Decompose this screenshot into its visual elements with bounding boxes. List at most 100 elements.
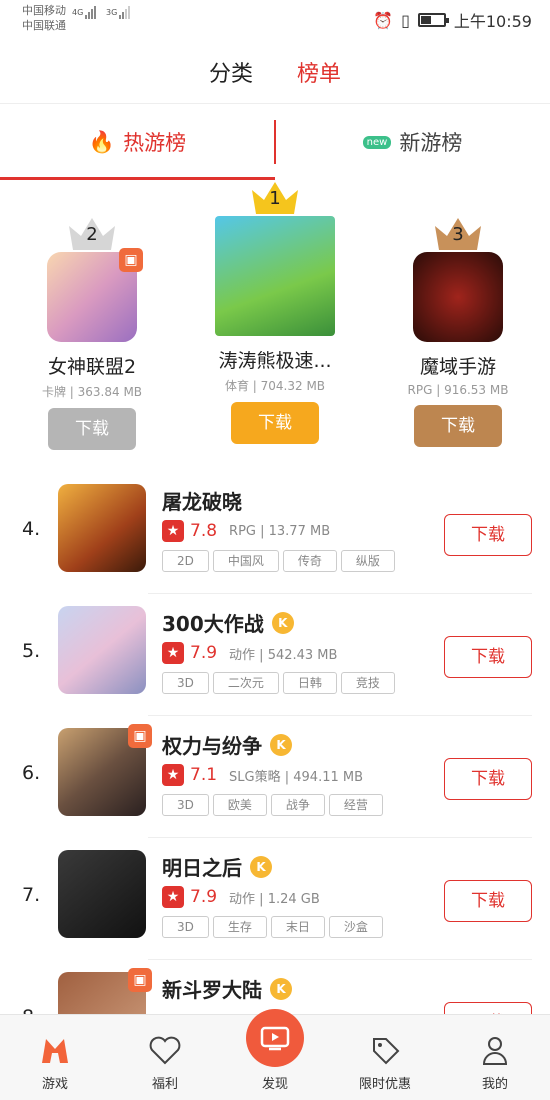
nav-deals[interactable]: 限时优惠: [330, 1015, 440, 1100]
tab-new-label: 新游榜: [399, 131, 463, 155]
download-button[interactable]: 下载: [231, 402, 319, 444]
tag[interactable]: 2D: [162, 550, 209, 572]
tag-list: 2D 中国风 传奇 纵版: [162, 550, 395, 572]
tag[interactable]: 生存: [212, 916, 267, 938]
game-meta: 体育 | 704.32 MB: [224, 379, 326, 393]
download-button[interactable]: 下载: [444, 514, 532, 556]
tag[interactable]: 二次元: [212, 672, 279, 694]
game-icon[interactable]: ▣: [58, 724, 152, 816]
game-title-row: 权力与纷争 K: [162, 730, 292, 759]
clock: 上午10:59: [453, 12, 532, 31]
game-title-row: 新斗罗大陆 K: [162, 974, 292, 1003]
nav-welfare-label: 福利: [151, 1077, 178, 1092]
user-icon: [482, 1037, 508, 1065]
tag[interactable]: 3D: [162, 794, 209, 816]
k-coin-icon: K: [250, 855, 272, 878]
nav-welfare[interactable]: 福利: [110, 1015, 220, 1100]
status-bar: 中国移动 中国联通 4G 3G ⏰ ▯ 上午10:59: [0, 0, 550, 40]
game-meta: 卡牌 | 363.84 MB: [41, 385, 143, 399]
top-nav: 分类 榜单: [0, 40, 550, 104]
tab-category[interactable]: 分类: [209, 56, 253, 88]
nav-discover-label: 发现: [261, 1077, 288, 1092]
download-button[interactable]: 下载: [414, 405, 502, 447]
game-title: 屠龙破晓: [162, 490, 242, 514]
rating-row: ★ 7.8 RPG | 13.77 MB: [162, 520, 330, 542]
carrier-2: 中国联通: [22, 19, 66, 32]
game-info: 动作 | 1.24 GB: [229, 891, 320, 907]
rating-row: ★ 7.1 SLG策略 | 494.11 MB: [162, 764, 363, 786]
tag[interactable]: 3D: [162, 672, 209, 694]
list-item[interactable]: 7. 明日之后 K ★ 7.9 动作 | 1.24 GB 3D 生存 末日 沙盒 下载: [0, 850, 550, 972]
rank-number: 6.: [22, 762, 41, 784]
tag[interactable]: 沙盒: [328, 916, 383, 938]
podium-second[interactable]: 2 ▣ 女神联盟2 卡牌 | 363.84 MB 下载: [17, 216, 167, 450]
tag[interactable]: 竞技: [340, 672, 395, 694]
star-icon: ★: [162, 642, 184, 664]
tab-ranking[interactable]: 榜单: [297, 56, 341, 88]
list-item[interactable]: 4. 屠龙破晓 ★ 7.8 RPG | 13.77 MB 2D 中国风 传奇 纵版 下载: [0, 484, 550, 606]
nav-discover[interactable]: 发现: [220, 1009, 330, 1100]
tag[interactable]: 传奇: [282, 550, 337, 572]
rank-number: 7.: [22, 884, 41, 906]
carrier-1: 中国移动: [22, 4, 66, 17]
game-name: 魔域手游: [419, 356, 496, 378]
alarm-icon: ⏰: [373, 10, 394, 30]
rating-row: ★ 7.9 动作 | 1.24 GB: [162, 886, 320, 908]
tag-list: 3D 欧美 战争 经营: [162, 794, 383, 816]
game-icon[interactable]: [58, 484, 146, 572]
list-item[interactable]: 5. 300大作战 K ★ 7.9 动作 | 542.43 MB 3D 二次元 日韩 竞技 下载: [0, 606, 550, 728]
game-icon[interactable]: [413, 252, 503, 342]
tab-hot[interactable]: 🔥 热游榜: [0, 104, 275, 180]
signal-2: 3G: [106, 6, 131, 19]
game-title: 300大作战: [162, 612, 264, 636]
rank-number: 4.: [22, 518, 41, 540]
game-icon[interactable]: [215, 216, 335, 336]
tag[interactable]: 经营: [328, 794, 383, 816]
discover-tv-icon: [246, 1009, 304, 1067]
nav-games[interactable]: 游戏: [0, 1015, 110, 1100]
divider: [148, 593, 532, 594]
game-meta: RPG | 916.53 MB: [407, 383, 509, 397]
fire-icon: 🔥: [88, 129, 116, 154]
game-title: 新斗罗大陆: [162, 978, 262, 1002]
nav-games-label: 游戏: [41, 1077, 68, 1092]
price-tag-icon: [373, 1038, 400, 1065]
tag[interactable]: 欧美: [212, 794, 267, 816]
status-right: ⏰ ▯ 上午10:59: [373, 8, 532, 32]
download-button[interactable]: 下载: [444, 636, 532, 678]
vibrate-icon: ▯: [401, 10, 410, 30]
divider: [148, 959, 532, 960]
game-info: 动作 | 542.43 MB: [229, 647, 338, 663]
game-title: 明日之后: [162, 856, 242, 880]
nav-deals-label: 限时优惠: [358, 1077, 411, 1092]
tag[interactable]: 末日: [270, 916, 325, 938]
game-icon[interactable]: [58, 606, 146, 694]
game-icon[interactable]: ▣: [47, 248, 143, 342]
nav-mine[interactable]: 我的: [440, 1015, 550, 1100]
tag[interactable]: 战争: [270, 794, 325, 816]
silver-crown-icon: 2: [67, 216, 117, 252]
download-button[interactable]: 下载: [444, 758, 532, 800]
score: 7.8: [190, 521, 218, 541]
tab-new[interactable]: new 新游榜: [275, 104, 550, 180]
divider: [148, 715, 532, 716]
download-button[interactable]: 下载: [48, 408, 136, 450]
tag[interactable]: 日韩: [282, 672, 337, 694]
games-icon: [42, 1039, 68, 1063]
game-title-row: 300大作战 K: [162, 608, 294, 637]
game-icon[interactable]: [58, 850, 146, 938]
heart-icon: [149, 1036, 181, 1065]
signal-1: 4G: [72, 6, 97, 19]
podium-first[interactable]: 1 涛涛熊极速... 体育 | 704.32 MB 下载: [200, 180, 350, 444]
tag[interactable]: 中国风: [212, 550, 279, 572]
podium-third[interactable]: 3 魔域手游 RPG | 916.53 MB 下载: [383, 216, 533, 447]
list-item[interactable]: 6. ▣ 权力与纷争 K ★ 7.1 SLG策略 | 494.11 MB 3D 欧美 战争 经营 下载: [0, 724, 550, 850]
tab-divider: [274, 120, 276, 164]
score: 7.1: [190, 765, 218, 785]
rating-row: ★ 7.9 动作 | 542.43 MB: [162, 642, 337, 664]
tag[interactable]: 纵版: [340, 550, 395, 572]
bottom-nav: 游戏 福利 发现 限时优惠 我的: [0, 1009, 550, 1100]
download-button[interactable]: 下载: [444, 880, 532, 922]
game-name: 女神联盟2: [47, 356, 137, 378]
tag[interactable]: 3D: [162, 916, 209, 938]
